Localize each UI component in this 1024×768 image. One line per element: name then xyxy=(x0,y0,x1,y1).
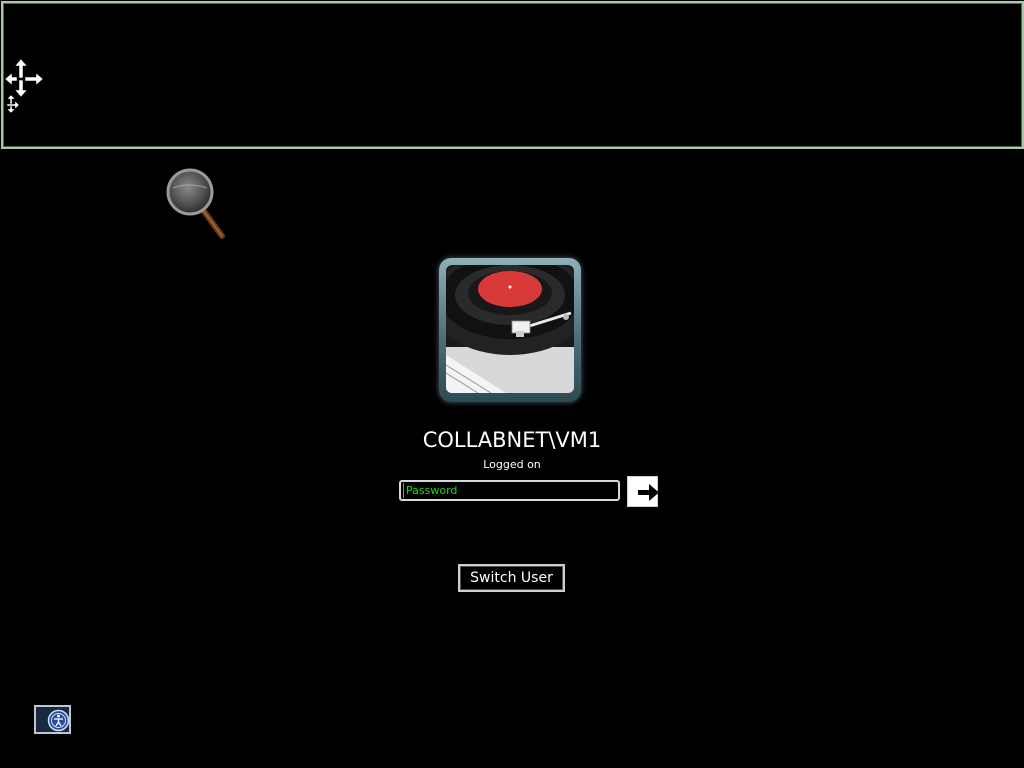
move-arrows-icon[interactable] xyxy=(5,59,45,119)
user-avatar xyxy=(439,258,581,402)
ease-of-access-button[interactable] xyxy=(34,705,71,734)
ease-of-access-icon xyxy=(47,709,70,732)
turntable-record-picture xyxy=(446,265,574,393)
username-label: COLLABNET\VM1 xyxy=(422,428,602,452)
switch-user-button[interactable]: Switch User xyxy=(458,564,565,592)
magnifying-glass-icon[interactable] xyxy=(165,168,227,240)
submit-arrow-button[interactable] xyxy=(627,476,659,507)
logon-status-label: Logged on xyxy=(483,458,541,471)
password-field-frame xyxy=(399,480,620,501)
arrow-right-icon xyxy=(638,484,659,501)
magnifier-lens-panel xyxy=(1,1,1024,149)
password-input[interactable] xyxy=(403,483,618,498)
